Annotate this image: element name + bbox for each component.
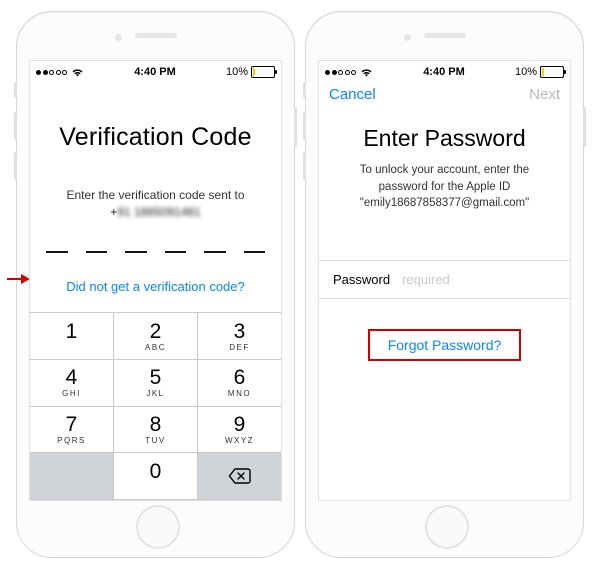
status-time: 4:40 PM — [134, 66, 176, 78]
volume-down-button — [14, 152, 17, 180]
mute-switch — [14, 82, 17, 98]
phone-number: +91 1865091481 — [30, 205, 281, 219]
key-2[interactable]: 2ABC — [114, 313, 198, 360]
code-digit-slot[interactable] — [244, 249, 266, 253]
backspace-icon — [228, 467, 252, 485]
battery-percent: 10% — [226, 66, 248, 78]
battery-percent: 10% — [515, 66, 537, 78]
password-row: Password — [319, 260, 570, 299]
speaker — [135, 33, 177, 38]
instruction-text: To unlock your account, enter the passwo… — [319, 162, 570, 212]
key-3[interactable]: 3DEF — [198, 313, 281, 360]
key-8[interactable]: 8TUV — [114, 407, 198, 454]
cancel-button[interactable]: Cancel — [329, 86, 376, 103]
front-camera — [115, 34, 122, 41]
iphone-left: 4:40 PM 10% Verification Code Enter the … — [16, 11, 295, 558]
page-title: Verification Code — [30, 123, 281, 152]
forgot-password-link[interactable]: Forgot Password? — [368, 329, 522, 361]
annotation-arrow — [7, 274, 30, 284]
status-bar: 4:40 PM 10% — [319, 61, 570, 81]
key-9[interactable]: 9WXYZ — [198, 407, 281, 454]
front-camera — [404, 34, 411, 41]
code-digit-slot[interactable] — [125, 249, 147, 253]
key-0[interactable]: 0 — [114, 453, 198, 500]
screen-left: 4:40 PM 10% Verification Code Enter the … — [29, 60, 282, 501]
key-backspace[interactable] — [198, 453, 281, 500]
iphone-right: 4:40 PM 10% Cancel Next Enter Password T… — [305, 11, 584, 558]
key-blank — [30, 453, 114, 500]
power-button — [294, 107, 297, 147]
key-7[interactable]: 7PQRS — [30, 407, 114, 454]
power-button — [583, 107, 586, 147]
resend-code-link[interactable]: Did not get a verification code? — [30, 279, 281, 294]
wifi-icon — [71, 68, 84, 77]
code-digit-slot[interactable] — [204, 249, 226, 253]
nav-bar: Cancel Next — [319, 81, 570, 105]
home-button[interactable] — [425, 505, 469, 549]
signal-dots-icon — [36, 70, 67, 75]
speaker — [424, 33, 466, 38]
password-input[interactable] — [400, 271, 571, 288]
status-bar: 4:40 PM 10% — [30, 61, 281, 81]
code-digit-slot[interactable] — [46, 249, 68, 253]
status-time: 4:40 PM — [423, 66, 465, 78]
password-label: Password — [333, 272, 390, 287]
battery-icon — [540, 66, 564, 78]
key-4[interactable]: 4GHI — [30, 360, 114, 407]
code-input[interactable] — [30, 249, 281, 253]
key-6[interactable]: 6MNO — [198, 360, 281, 407]
battery-icon — [251, 66, 275, 78]
key-5[interactable]: 5JKL — [114, 360, 198, 407]
key-1[interactable]: 1 — [30, 313, 114, 360]
signal-dots-icon — [325, 70, 356, 75]
code-digit-slot[interactable] — [165, 249, 187, 253]
code-digit-slot[interactable] — [86, 249, 108, 253]
page-title: Enter Password — [319, 125, 570, 152]
volume-down-button — [303, 152, 306, 180]
number-keypad: 1 2ABC 3DEF 4GHI 5JKL 6MNO 7PQRS 8TUV 9W… — [30, 312, 281, 500]
volume-up-button — [303, 112, 306, 140]
home-button[interactable] — [136, 505, 180, 549]
screen-right: 4:40 PM 10% Cancel Next Enter Password T… — [318, 60, 571, 501]
apple-id-email: "emily18687858377@gmail.com" — [360, 197, 529, 209]
instruction-text: Enter the verification code sent to — [30, 187, 281, 203]
next-button[interactable]: Next — [529, 86, 560, 103]
volume-up-button — [14, 112, 17, 140]
wifi-icon — [360, 68, 373, 77]
mute-switch — [303, 82, 306, 98]
